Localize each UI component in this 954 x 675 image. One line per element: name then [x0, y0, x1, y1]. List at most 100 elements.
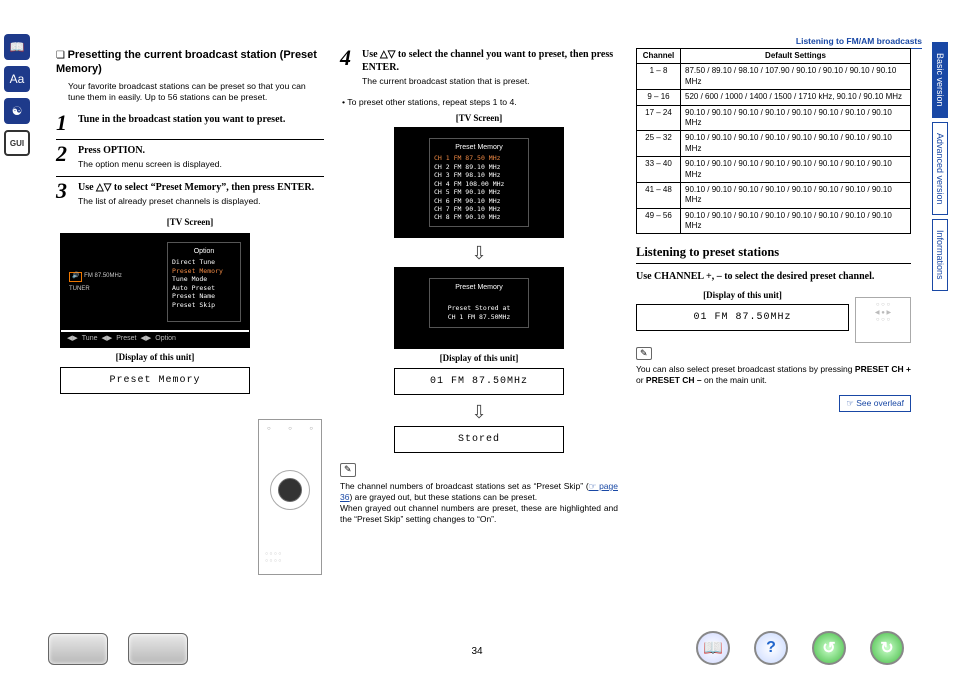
side-tabs: Basic version Advanced version Informati… — [932, 42, 950, 295]
col1-display: Preset Memory — [60, 367, 250, 394]
tv-options-title: Option — [172, 247, 236, 256]
tv-opt-0: Direct Tune — [172, 258, 236, 266]
step-2-num: 2 — [56, 144, 78, 170]
table-row: 25 – 3290.10 / 90.10 / 90.10 / 90.10 / 9… — [637, 131, 911, 157]
col1-display-label: [Display of this unit] — [56, 352, 254, 364]
book-circle-icon[interactable]: 📖 — [696, 631, 730, 665]
pl4: CH 5 FM 90.10 MHz — [434, 188, 524, 196]
pl2: CH 3 FM 98.10 MHz — [434, 171, 524, 179]
help-circle-icon[interactable]: ? — [754, 631, 788, 665]
tbl-h1: Default Settings — [681, 49, 911, 64]
table-cell-settings: 90.10 / 90.10 / 90.10 / 90.10 / 90.10 / … — [681, 157, 911, 183]
table-row: 17 – 2490.10 / 90.10 / 90.10 / 90.10 / 9… — [637, 105, 911, 131]
table-cell-channel: 1 – 8 — [637, 64, 681, 90]
stored-l2: CH 1 FM 87.50MHz — [434, 313, 524, 321]
step-2: 2 Press OPTION. The option menu screen i… — [56, 140, 324, 177]
column-2: 4 Use △▽ to select the channel you want … — [340, 48, 618, 525]
tv-opt-2: Tune Mode — [172, 275, 236, 283]
remote-illustration: ○○○ ○ ○ ○ ○○ ○ ○ ○ — [258, 419, 322, 575]
step-1: 1 Tune in the broadcast station you want… — [56, 109, 324, 140]
preset-title-2: Preset Memory — [434, 283, 524, 292]
col3-display: 01 FM 87.50MHz — [636, 304, 849, 331]
col1-tv-label: [TV Screen] — [56, 217, 324, 229]
pencil-note-icon: ✎ — [340, 463, 356, 477]
table-row: 49 – 5690.10 / 90.10 / 90.10 / 90.10 / 9… — [637, 208, 911, 234]
tbl-h0: Channel — [637, 49, 681, 64]
tv-left-freq: FM 87.50MHz — [84, 273, 122, 279]
col2-tv-preset: Preset Memory CH 1 FM 87.50 MHz CH 2 FM … — [394, 127, 564, 238]
table-cell-channel: 25 – 32 — [637, 131, 681, 157]
column-1: ❏ Presetting the current broadcast stati… — [56, 48, 324, 400]
step-2-sub: The option menu screen is displayed. — [78, 159, 324, 170]
table-cell-channel: 33 – 40 — [637, 157, 681, 183]
device-button-1[interactable] — [48, 633, 108, 665]
stored-l1: Preset Stored at — [434, 304, 524, 312]
col2-display-label: [Display of this unit] — [340, 353, 618, 365]
tab-basic-version[interactable]: Basic version — [932, 42, 948, 118]
table-cell-settings: 87.50 / 89.10 / 98.10 / 107.90 / 90.10 /… — [681, 64, 911, 90]
tv-foot-2: Option — [155, 334, 176, 343]
table-cell-channel: 17 – 24 — [637, 105, 681, 131]
step-1-main: Tune in the broadcast station you want t… — [78, 113, 324, 126]
tab-informations[interactable]: Informations — [932, 219, 948, 291]
remote-small-illustration: ○ ○ ○◀ ● ▶○ ○ ○ — [855, 297, 911, 343]
arrow-down-icon-1: ⇩ — [340, 242, 618, 265]
device-button-2[interactable] — [128, 633, 188, 665]
step-1-num: 1 — [56, 113, 78, 133]
table-cell-settings: 90.10 / 90.10 / 90.10 / 90.10 / 90.10 / … — [681, 105, 911, 131]
see-overleaf-link[interactable]: ☞ See overleaf — [839, 395, 911, 412]
pl5: CH 6 FM 90.10 MHz — [434, 197, 524, 205]
page-root: 📖 Aa ☯ GUI Basic version Advanced versio… — [0, 0, 954, 675]
gui-icon[interactable]: GUI — [4, 130, 30, 156]
aa-icon[interactable]: Aa — [4, 66, 30, 92]
col2-display-1: 01 FM 87.50MHz — [394, 368, 564, 395]
tv-opt-1: Preset Memory — [172, 267, 236, 275]
tv-opt-3: Auto Preset — [172, 284, 236, 292]
col2-note-2: When grayed out channel numbers are pres… — [340, 503, 618, 525]
step-3-num: 3 — [56, 181, 78, 207]
table-cell-settings: 90.10 / 90.10 / 90.10 / 90.10 / 90.10 / … — [681, 208, 911, 234]
pl1: CH 2 FM 89.10 MHz — [434, 163, 524, 171]
col2-tv-label: [TV Screen] — [340, 113, 618, 125]
col1-tv-screen: 🔊 FM 87.50MHz TUNER Option Direct Tune P… — [60, 233, 250, 348]
step-3-sub: The list of already preset channels is d… — [78, 196, 324, 207]
step-4-sub: The current broadcast station that is pr… — [362, 76, 618, 87]
preset-title-1: Preset Memory — [434, 143, 524, 152]
footer: 34 📖 ? ↺ ↻ — [0, 629, 954, 667]
tv-opt-5: Preset Skip — [172, 301, 236, 309]
book-icon[interactable]: 📖 — [4, 34, 30, 60]
pl0: CH 1 FM 87.50 MHz — [434, 154, 524, 162]
left-rail: 📖 Aa ☯ GUI — [4, 34, 34, 162]
col3-display-label: [Display of this unit] — [636, 290, 849, 302]
table-row: 41 – 4890.10 / 90.10 / 90.10 / 90.10 / 9… — [637, 182, 911, 208]
character-icon[interactable]: ☯ — [4, 98, 30, 124]
table-cell-settings: 90.10 / 90.10 / 90.10 / 90.10 / 90.10 / … — [681, 131, 911, 157]
tv-foot-1: Preset — [116, 334, 136, 343]
table-row: 1 – 887.50 / 89.10 / 98.10 / 107.90 / 90… — [637, 64, 911, 90]
forward-circle-icon[interactable]: ↻ — [870, 631, 904, 665]
table-cell-settings: 520 / 600 / 1000 / 1400 / 1500 / 1710 kH… — [681, 90, 911, 105]
repeat-note: • To preset other stations, repeat steps… — [342, 97, 618, 108]
step-4-num: 4 — [340, 48, 362, 87]
tv-left-tuner: TUNER — [69, 286, 161, 294]
column-3: Channel Default Settings 1 – 887.50 / 89… — [636, 48, 911, 412]
listening-preset-title: Listening to preset stations — [636, 244, 911, 263]
table-cell-channel: 49 – 56 — [637, 208, 681, 234]
pl7: CH 8 FM 90.10 MHz — [434, 213, 524, 221]
pl3: CH 4 FM 108.00 MHz — [434, 180, 524, 188]
step-3: 3 Use △▽ to select “Preset Memory”, then… — [56, 177, 324, 213]
tv-foot-0: Tune — [82, 334, 98, 343]
pl6: CH 7 FM 90.10 MHz — [434, 205, 524, 213]
table-row: 9 – 16520 / 600 / 1000 / 1400 / 1500 / 1… — [637, 90, 911, 105]
use-channel-line: Use CHANNEL +, – to select the desired p… — [636, 270, 911, 283]
back-circle-icon[interactable]: ↺ — [812, 631, 846, 665]
tab-advanced-version[interactable]: Advanced version — [932, 122, 948, 216]
table-cell-channel: 41 – 48 — [637, 182, 681, 208]
step-4-main: Use △▽ to select the channel you want to… — [362, 48, 618, 74]
step-4: 4 Use △▽ to select the channel you want … — [340, 48, 618, 93]
pencil-note-icon-2: ✎ — [636, 347, 652, 361]
col2-note-1: The channel numbers of broadcast station… — [340, 481, 618, 503]
table-cell-settings: 90.10 / 90.10 / 90.10 / 90.10 / 90.10 / … — [681, 182, 911, 208]
square-bullet-icon: ❏ — [56, 50, 65, 61]
default-settings-table: Channel Default Settings 1 – 887.50 / 89… — [636, 48, 911, 234]
